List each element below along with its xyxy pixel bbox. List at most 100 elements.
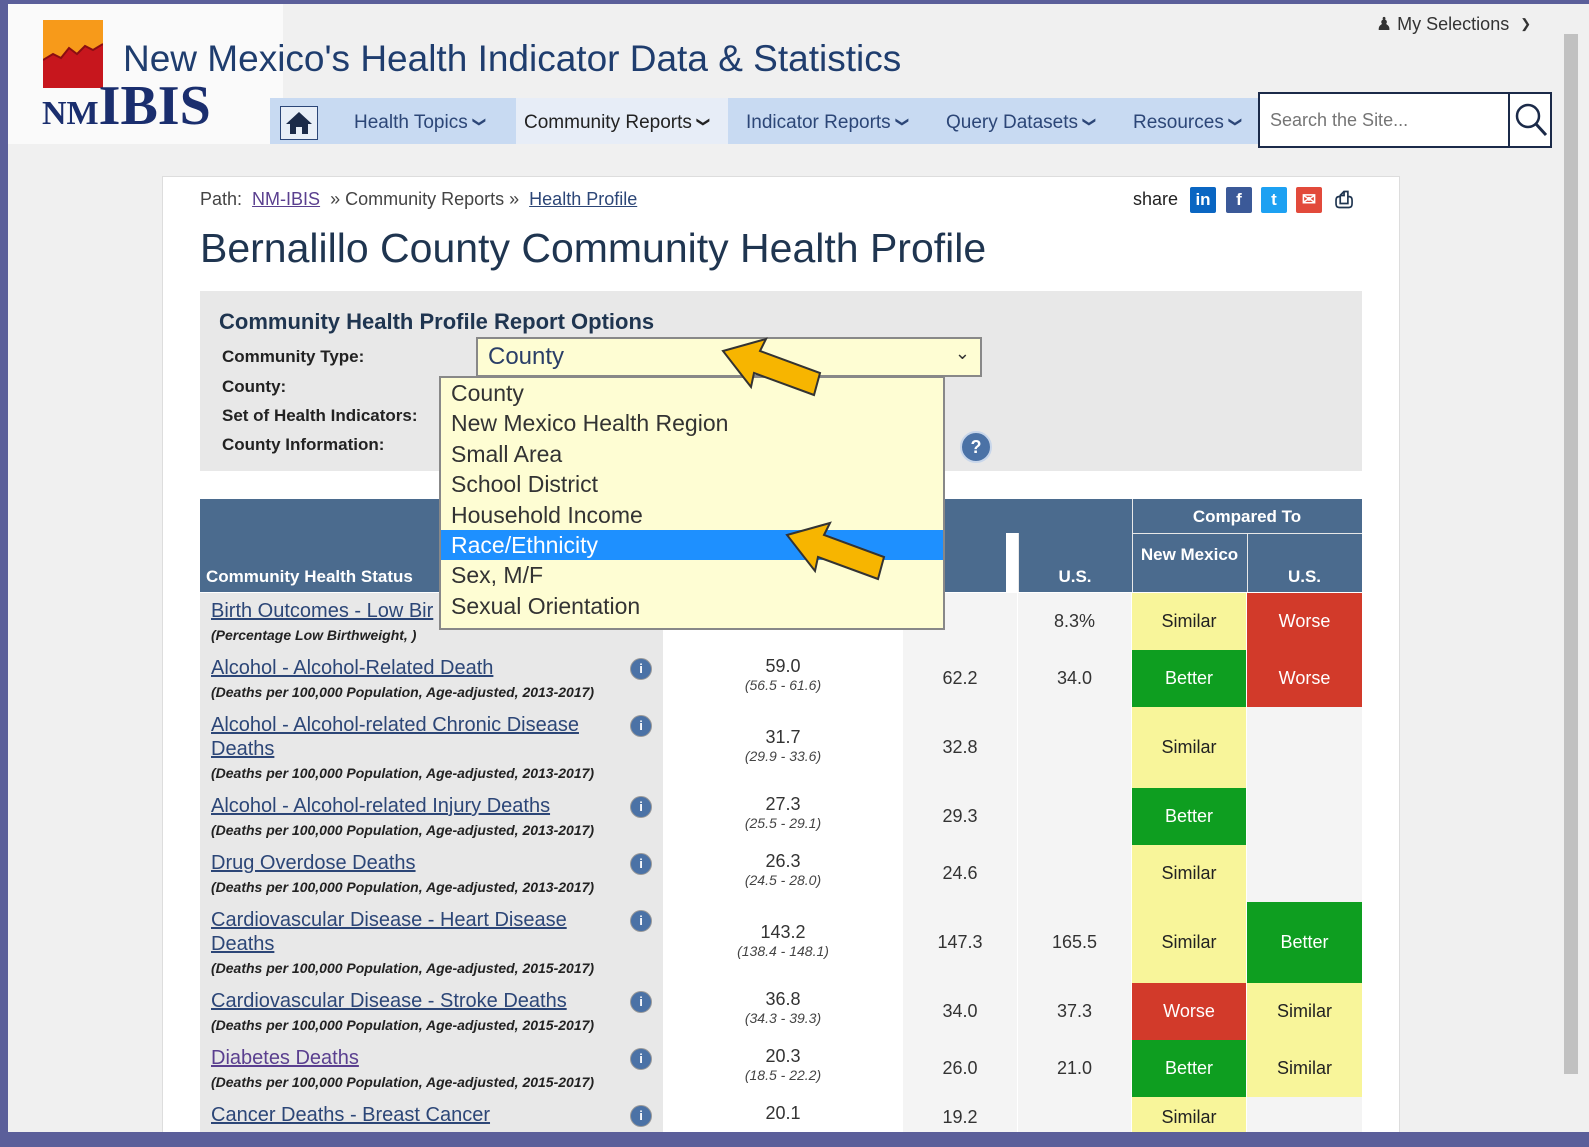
- nav-label: Health Topics: [354, 112, 468, 133]
- info-icon[interactable]: i: [630, 715, 652, 737]
- value-text: 31.7: [765, 727, 801, 747]
- indicator-link[interactable]: Drug Overdose Deaths: [211, 851, 631, 875]
- indicator-link[interactable]: Cardiovascular Disease - Stroke Deaths: [211, 989, 631, 1013]
- county-label: County:: [222, 377, 287, 396]
- compare-nm-badge: Better: [1132, 650, 1246, 707]
- search-icon: [1515, 103, 1548, 137]
- indicator-subtitle: (Deaths per 100,000 Population, Age-adju…: [211, 879, 595, 895]
- main-nav: Health Topics ❯ Community Reports ❯ Indica…: [270, 98, 1260, 144]
- chevron-down-icon: ❯: [472, 116, 488, 128]
- info-icon[interactable]: i: [630, 991, 652, 1013]
- indicator-cell: Alcohol - Alcohol-Related Death (Deaths …: [200, 650, 663, 707]
- nav-query-datasets[interactable]: Query Datasets ❯: [946, 98, 1097, 144]
- nav-indicator-reports[interactable]: Indicator Reports ❯: [746, 98, 910, 144]
- indicator-link[interactable]: Alcohol - Alcohol-Related Death: [211, 656, 631, 680]
- compared-us-header: U.S.: [1287, 567, 1322, 586]
- arrow-pointer-icon: [785, 521, 886, 581]
- chevron-down-icon: ❯: [1082, 116, 1098, 128]
- print-icon[interactable]: ⎙: [1331, 187, 1357, 213]
- nmibis-logo[interactable]: NMIBIS: [42, 74, 211, 138]
- email-icon[interactable]: ✉: [1296, 187, 1322, 213]
- dropdown-option[interactable]: County: [441, 378, 943, 408]
- us-value-cell: [1018, 788, 1131, 845]
- nm-value-cell: 19.2: [903, 1097, 1017, 1132]
- value-text: 143.2: [760, 922, 806, 942]
- indicator-link[interactable]: Cancer Deaths - Breast Cancer: [211, 1103, 631, 1127]
- search-input[interactable]: [1268, 106, 1502, 134]
- chevron-down-icon: ❯: [895, 116, 911, 128]
- compare-nm-badge: Better: [1132, 788, 1246, 845]
- indicator-cell: Alcohol - Alcohol-related Injury Deaths …: [200, 788, 663, 845]
- compare-us-badge: [1247, 788, 1362, 845]
- home-button[interactable]: [280, 106, 318, 140]
- compare-us-badge: [1247, 845, 1362, 902]
- site-search: [1258, 92, 1552, 148]
- table-row: Drug Overdose Deaths (Deaths per 100,000…: [200, 845, 1362, 902]
- nav-resources[interactable]: Resources ❯: [1133, 98, 1243, 144]
- header-divider: [1132, 499, 1133, 592]
- indicator-cell: Cardiovascular Disease - Heart Disease D…: [200, 902, 663, 983]
- chevron-down-icon: ❯: [1228, 116, 1244, 128]
- info-icon[interactable]: i: [630, 910, 652, 932]
- info-icon[interactable]: i: [630, 853, 652, 875]
- indicator-subtitle: (Deaths per 100,000 Population, Age-adju…: [211, 684, 595, 700]
- confidence-interval: (24.5 - 28.0): [744, 872, 822, 888]
- info-icon[interactable]: i: [630, 796, 652, 818]
- info-icon[interactable]: i: [630, 1048, 652, 1070]
- breadcrumb-root-link[interactable]: NM-IBIS: [252, 189, 320, 209]
- indicator-cell: Alcohol - Alcohol-related Chronic Diseas…: [200, 707, 663, 788]
- us-column-header: U.S.: [1058, 567, 1092, 586]
- my-selections-menu[interactable]: ♟ My Selections ❯: [1376, 14, 1531, 35]
- confidence-interval: (34.3 - 39.3): [744, 1010, 822, 1026]
- confidence-interval: (56.5 - 61.6): [744, 677, 822, 693]
- community-type-dropdown: County New Mexico Health Region Small Area…: [439, 376, 945, 630]
- confidence-interval: (138.4 - 148.1): [737, 943, 829, 959]
- compare-nm-badge: Similar: [1132, 845, 1246, 902]
- nm-value-cell: 29.3: [903, 788, 1017, 845]
- help-icon[interactable]: ?: [960, 431, 992, 463]
- indicator-cell: Diabetes Deaths (Deaths per 100,000 Popu…: [200, 1040, 663, 1097]
- facebook-icon[interactable]: f: [1226, 187, 1252, 213]
- nav-community-reports[interactable]: Community Reports ❯: [516, 98, 728, 144]
- header-divider: [1247, 533, 1248, 592]
- info-icon[interactable]: i: [630, 1105, 652, 1127]
- indicator-link[interactable]: Alcohol - Alcohol-related Injury Deaths: [211, 794, 631, 818]
- indicator-column-header: Community Health Status: [206, 567, 413, 586]
- home-icon: [286, 112, 312, 134]
- site-header: NMIBIS New Mexico's Health Indicator Dat…: [8, 4, 1555, 148]
- my-selections-label: My Selections: [1397, 14, 1510, 34]
- page-title: Bernalillo County Community Health Profi…: [200, 225, 987, 271]
- table-row: Alcohol - Alcohol-related Injury Deaths …: [200, 788, 1362, 845]
- search-button[interactable]: [1508, 94, 1552, 146]
- indicator-link[interactable]: Alcohol - Alcohol-related Chronic Diseas…: [211, 713, 601, 761]
- us-value-cell: 8.3%: [1018, 593, 1131, 650]
- info-icon[interactable]: i: [630, 658, 652, 680]
- twitter-icon[interactable]: t: [1261, 187, 1287, 213]
- scrollbar-thumb[interactable]: [1564, 34, 1578, 1074]
- compare-nm-badge: Similar: [1132, 707, 1246, 788]
- indicator-cell: Drug Overdose Deaths (Deaths per 100,000…: [200, 845, 663, 902]
- compare-us-badge: Similar: [1247, 983, 1362, 1040]
- indicator-subtitle: (Percentage Low Birthweight, ): [211, 627, 417, 643]
- us-value-cell: 165.5: [1018, 902, 1131, 983]
- site-title[interactable]: New Mexico's Health Indicator Data & Sta…: [123, 38, 901, 80]
- confidence-interval: (25.5 - 29.1): [744, 815, 822, 831]
- dropdown-option[interactable]: New Mexico Health Region: [441, 408, 943, 438]
- scrollbar[interactable]: [1555, 4, 1589, 1132]
- dropdown-option[interactable]: School District: [441, 469, 943, 499]
- indicator-link[interactable]: Cardiovascular Disease - Heart Disease D…: [211, 908, 601, 956]
- nav-health-topics[interactable]: Health Topics ❯: [354, 98, 487, 144]
- table-row: Cardiovascular Disease - Heart Disease D…: [200, 902, 1362, 983]
- value-cell: 59.0 (56.5 - 61.6): [664, 650, 902, 707]
- linkedin-icon[interactable]: in: [1190, 187, 1216, 213]
- value-text: 36.8: [765, 989, 801, 1009]
- breadcrumb-current-link[interactable]: Health Profile: [529, 189, 637, 209]
- dropdown-option[interactable]: Sexual Orientation: [441, 591, 943, 621]
- indicator-cell: Cancer Deaths - Breast Cancer i: [200, 1097, 663, 1132]
- breadcrumb-prefix: Path:: [200, 189, 243, 209]
- indicator-link[interactable]: Diabetes Deaths: [211, 1046, 631, 1070]
- compare-nm-badge: Similar: [1132, 1097, 1246, 1132]
- share-label: share: [1133, 189, 1179, 209]
- logo-ibis-text: IBIS: [98, 75, 211, 137]
- dropdown-option[interactable]: Small Area: [441, 439, 943, 469]
